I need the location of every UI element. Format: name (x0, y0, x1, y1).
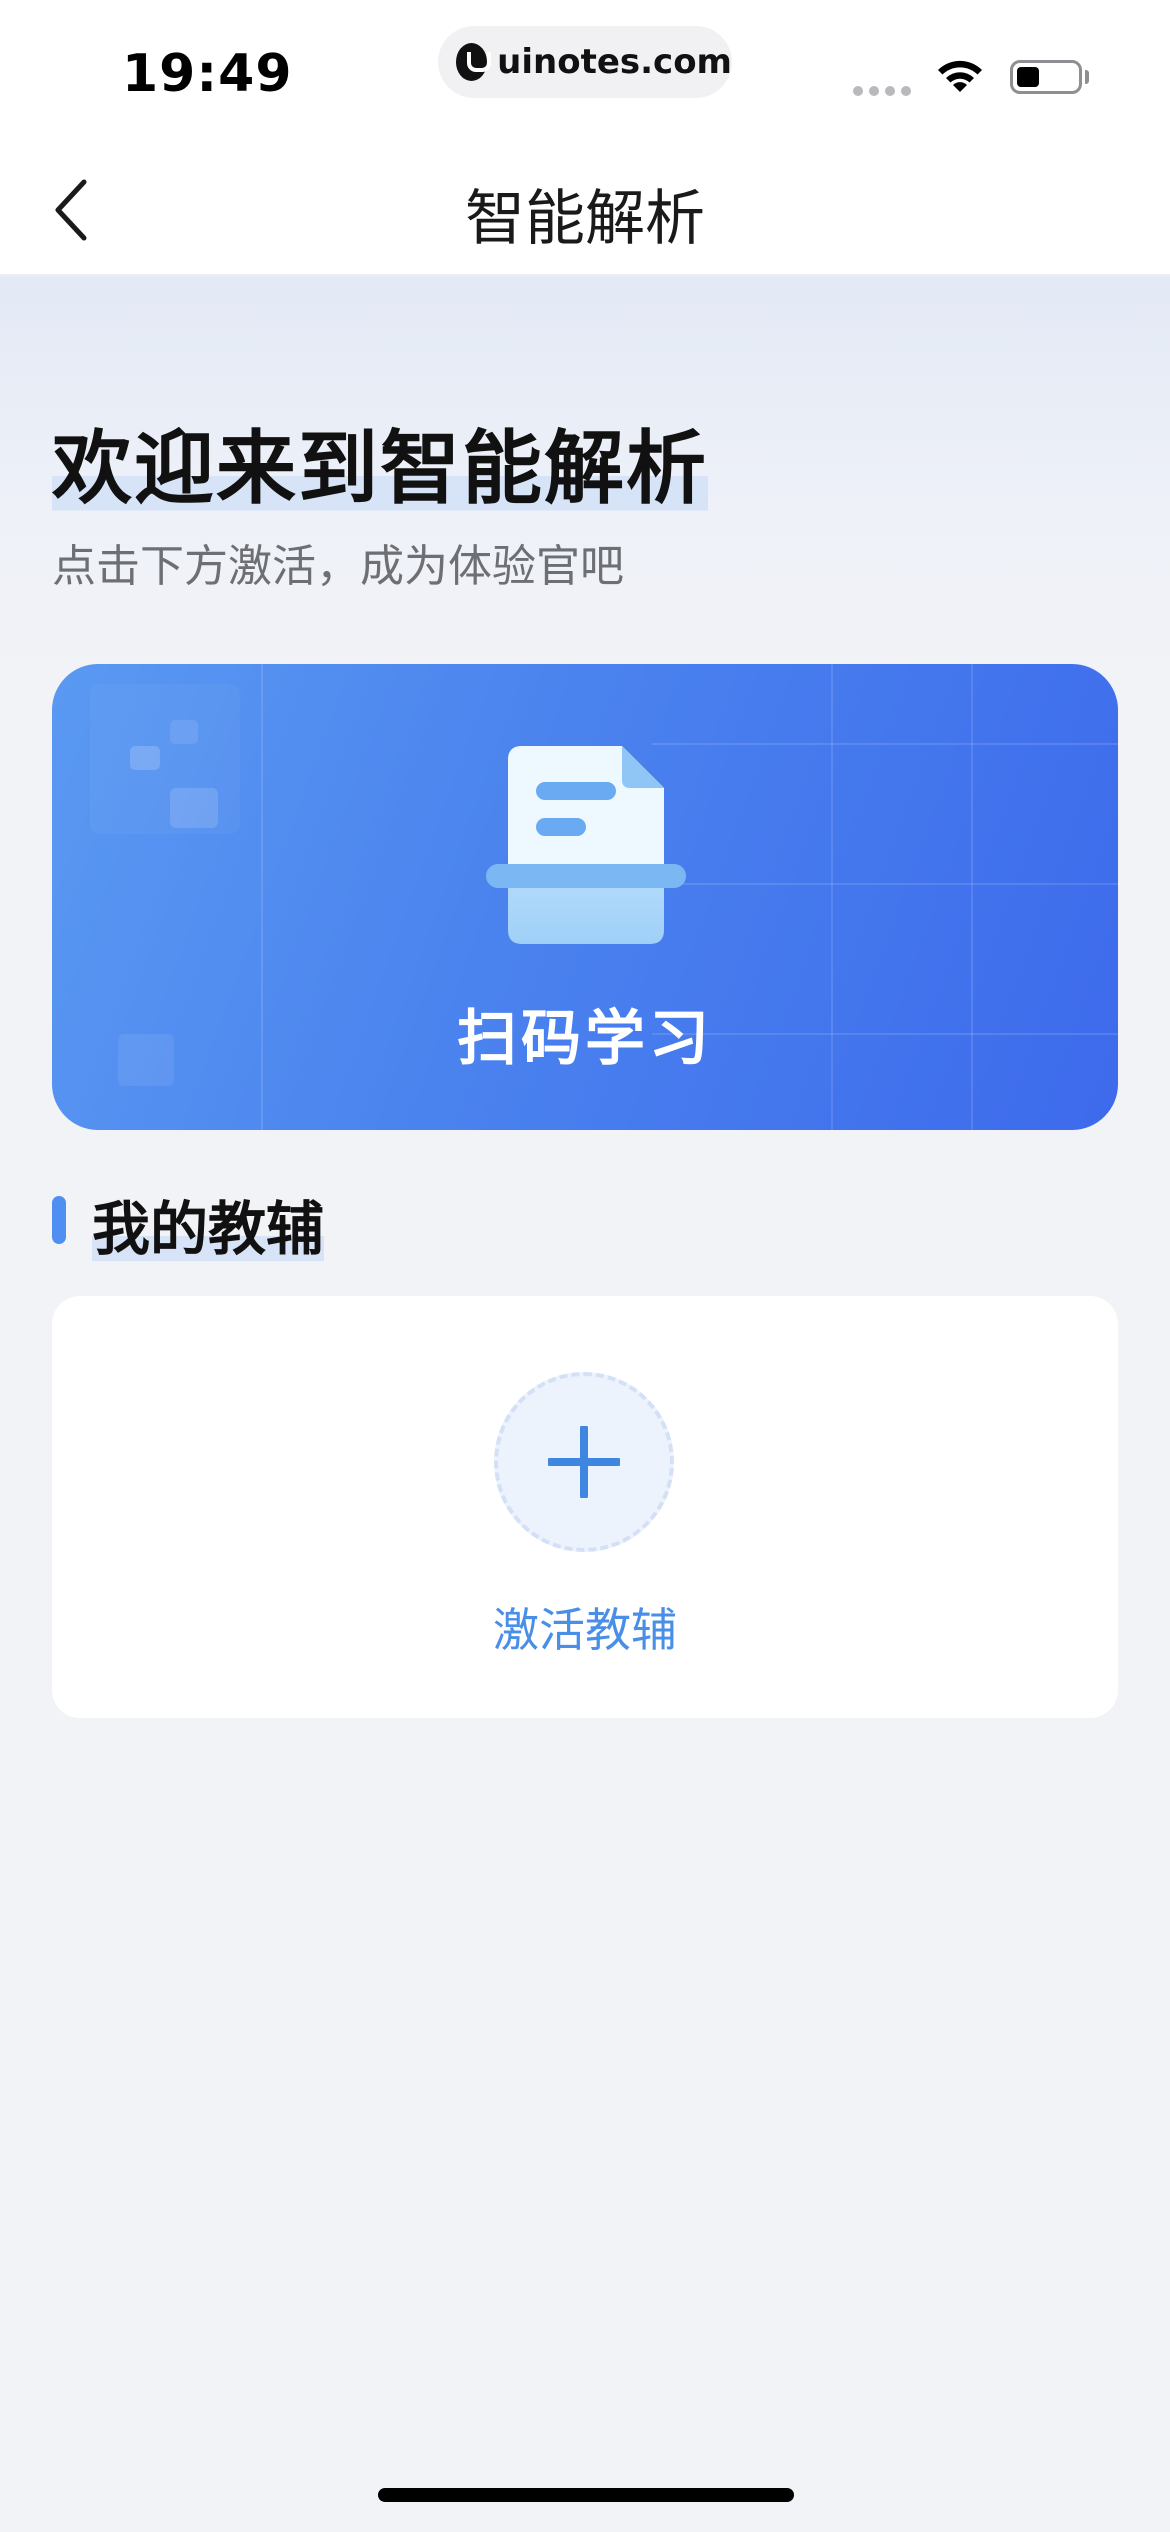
scan-study-card[interactable]: 扫码学习 (52, 664, 1118, 1130)
welcome-subtitle: 点击下方激活，成为体验官吧 (52, 541, 624, 592)
battery-icon (1010, 60, 1082, 94)
welcome-title: 欢迎来到智能解析 (52, 404, 708, 520)
nav-bar: 智能解析 (0, 140, 1170, 276)
section-title: 我的教辅 (92, 1182, 325, 1266)
activate-tutor-label[interactable]: 激活教辅 (52, 1594, 1118, 1660)
scan-study-label: 扫码学习 (457, 1004, 713, 1074)
home-indicator[interactable] (378, 2488, 794, 2502)
status-bar: 19:49 uinotes.com (0, 0, 1170, 140)
url-pill[interactable]: uinotes.com (438, 26, 732, 98)
site-logo-icon (456, 43, 492, 81)
document-scan-icon (486, 746, 686, 944)
url-text: uinotes.com (497, 42, 732, 82)
page-title: 智能解析 (465, 184, 705, 254)
wifi-icon (938, 60, 982, 92)
activate-tutor-button[interactable] (494, 1372, 674, 1552)
plus-icon (548, 1426, 620, 1498)
battery-tip (1085, 70, 1089, 84)
status-time: 19:49 (122, 44, 293, 104)
tutor-card: 激活教辅 (52, 1296, 1118, 1718)
section-accent-bar (52, 1196, 66, 1244)
cellular-signal-icon (853, 86, 911, 96)
